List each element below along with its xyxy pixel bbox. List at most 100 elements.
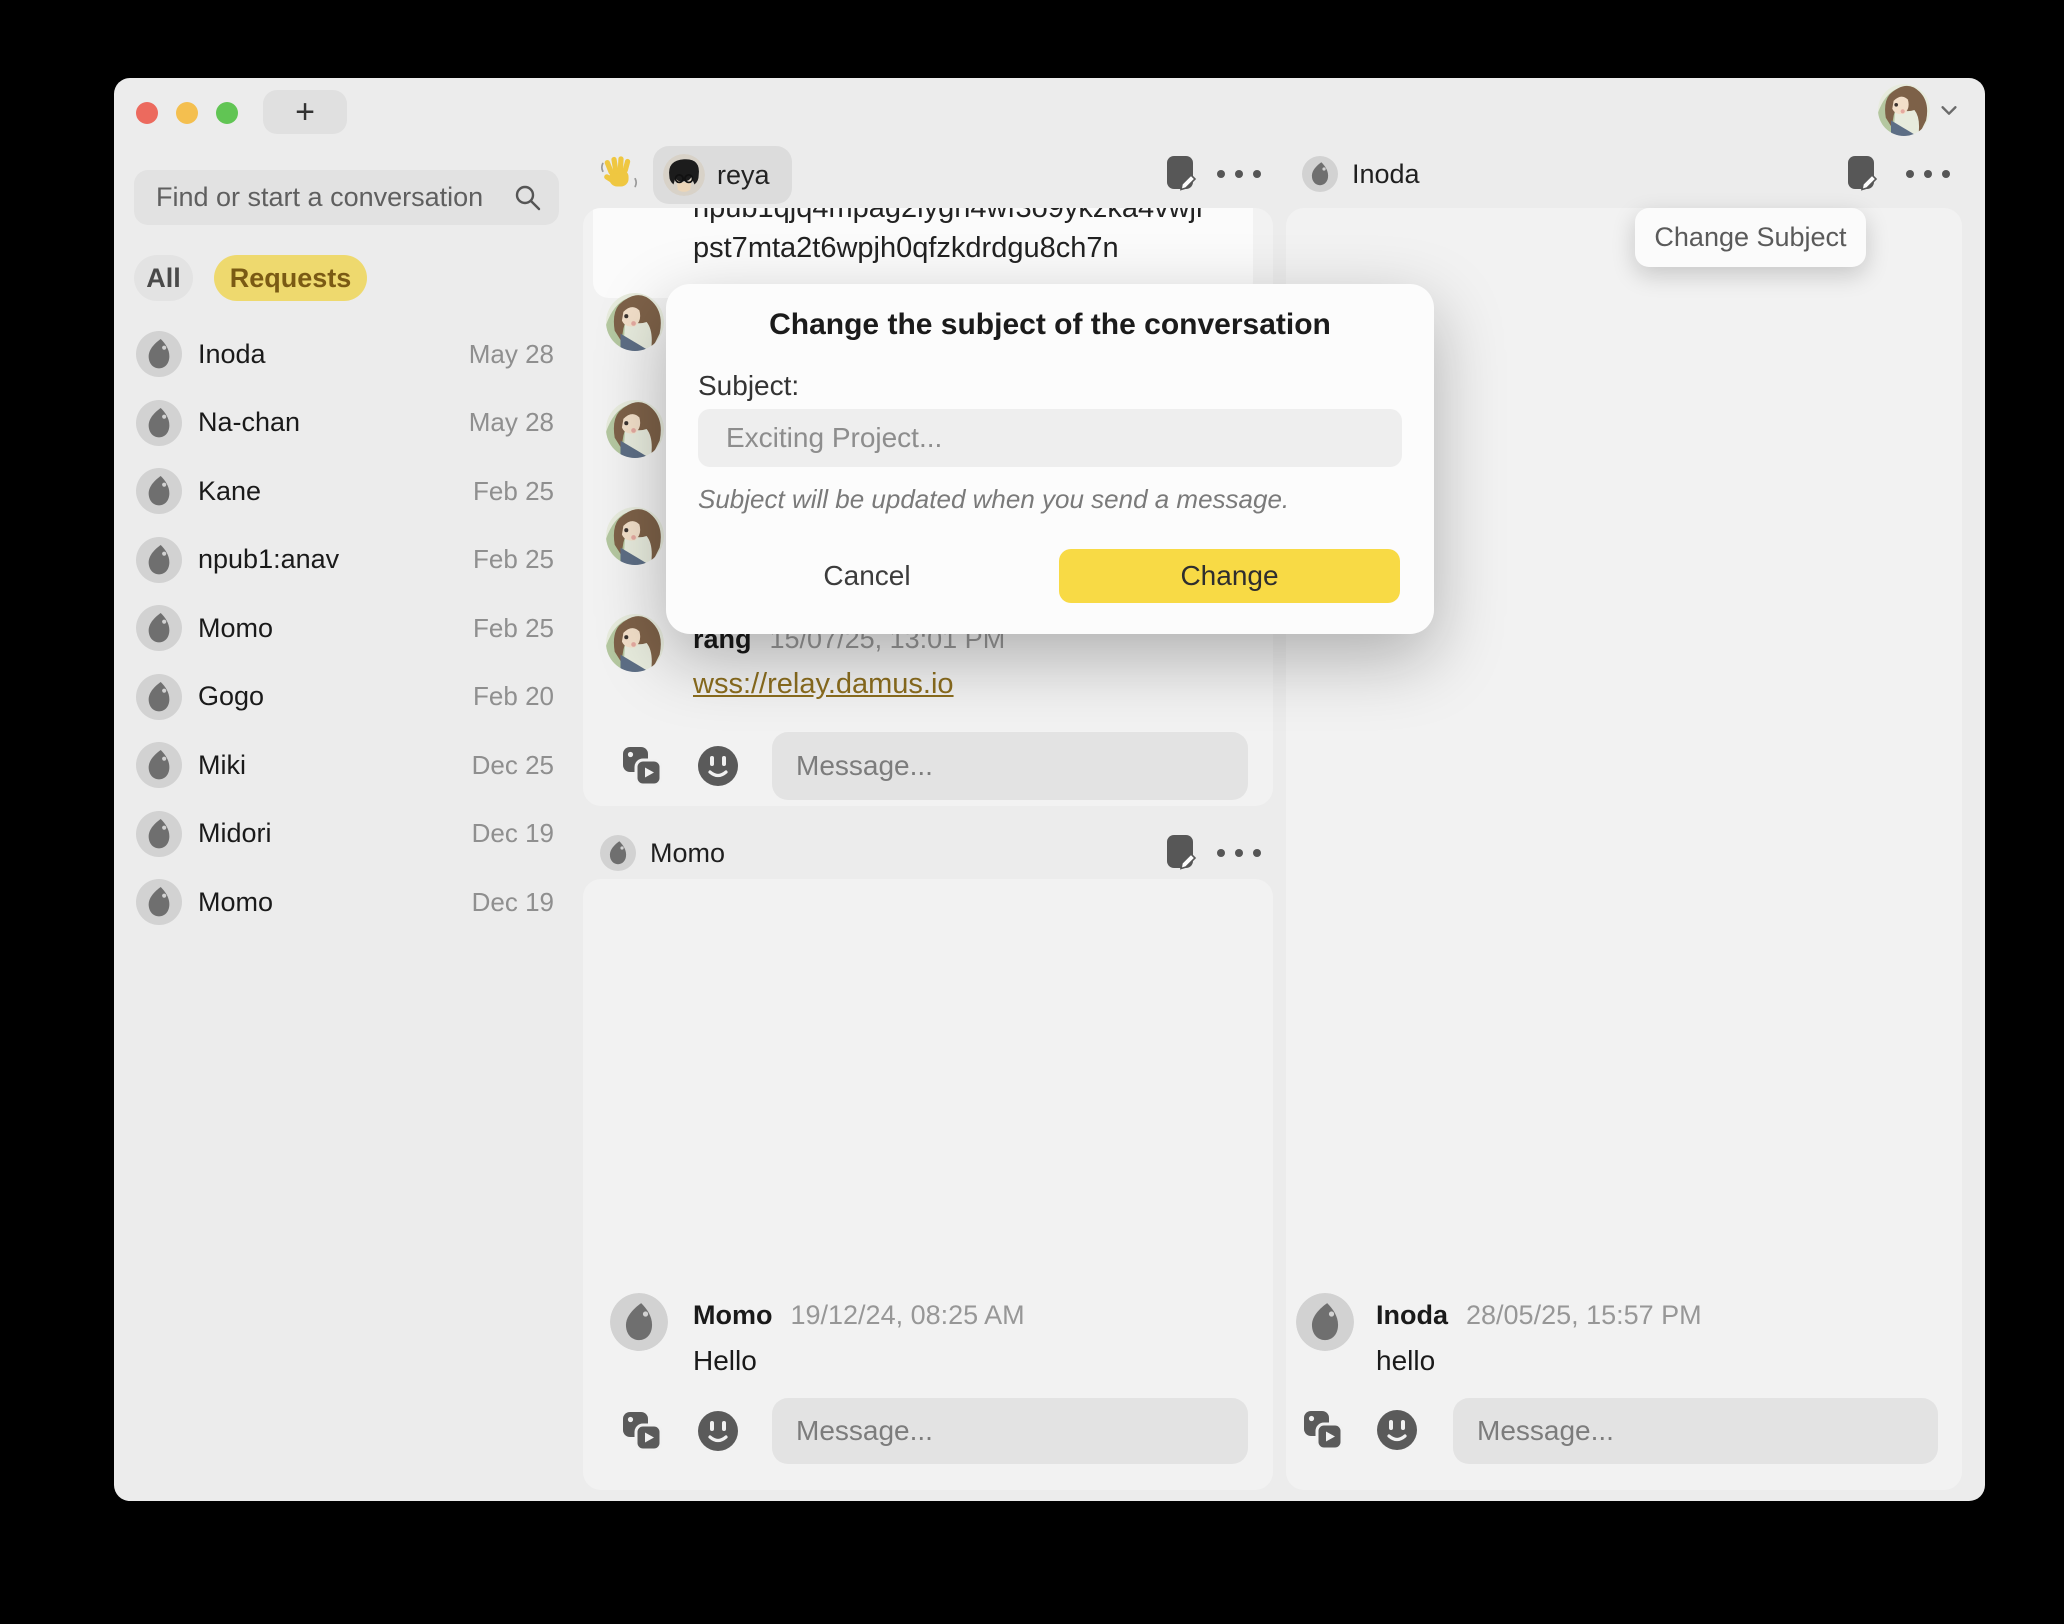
message-avatar [606, 614, 664, 672]
message-avatar [606, 293, 664, 351]
emoji-icon[interactable] [1375, 1408, 1419, 1452]
default-avatar-icon [136, 537, 182, 583]
conversation-date: May 28 [469, 339, 554, 370]
peer-name: Inoda [1352, 159, 1420, 190]
peer-chip-reya[interactable]: reya [653, 146, 792, 204]
emoji-icon[interactable] [696, 1409, 740, 1453]
default-avatar-icon [1302, 156, 1338, 192]
reya-avatar [663, 154, 705, 196]
conversation-date: Feb 25 [473, 476, 554, 507]
subject-hint: Subject will be updated when you send a … [698, 484, 1289, 515]
cancel-button[interactable]: Cancel [802, 549, 932, 603]
app-window: + All Requests Inoda May 28 Na-chan May … [114, 78, 1985, 1501]
message-meta: Inoda 28/05/25, 15:57 PM [1376, 1300, 1702, 1331]
traffic-light-zoom[interactable] [216, 102, 238, 124]
message-avatar [606, 507, 664, 565]
conversation-row[interactable]: Gogo Feb 20 [134, 663, 554, 732]
conversation-date: Feb 25 [473, 544, 554, 575]
message-timestamp: 28/05/25, 15:57 PM [1466, 1300, 1702, 1331]
change-subject-tooltip: Change Subject [1635, 208, 1866, 267]
conversation-name: Na-chan [198, 407, 300, 438]
message-meta: Momo 19/12/24, 08:25 AM [693, 1300, 1025, 1331]
conversation-search[interactable] [134, 170, 559, 225]
conversation-row[interactable]: Momo Feb 25 [134, 594, 554, 663]
chevron-down-icon [1938, 99, 1960, 121]
default-avatar-icon [600, 835, 636, 871]
media-attach-icon[interactable] [619, 743, 665, 789]
desktop: + All Requests Inoda May 28 Na-chan May … [0, 0, 2064, 1624]
peer-name: Momo [650, 838, 725, 869]
message-author: Momo [693, 1300, 772, 1331]
modal-title: Change the subject of the conversation [666, 308, 1434, 342]
subject-input[interactable] [698, 409, 1402, 467]
message-author: Inoda [1376, 1300, 1448, 1331]
change-subject-modal: Change the subject of the conversation S… [666, 284, 1434, 634]
message-avatar [606, 400, 664, 458]
chat-header-inoda: Inoda [1302, 156, 1420, 192]
media-attach-icon[interactable] [1300, 1407, 1346, 1453]
traffic-light-minimize[interactable] [176, 102, 198, 124]
new-conversation-button[interactable]: + [263, 90, 347, 134]
filter-all[interactable]: All [134, 255, 193, 301]
conversation-row[interactable]: Momo Dec 19 [134, 868, 554, 937]
conversation-name: Inoda [198, 339, 266, 370]
traffic-light-close[interactable] [136, 102, 158, 124]
search-icon [513, 183, 543, 213]
change-button[interactable]: Change [1059, 549, 1400, 603]
filter-requests[interactable]: Requests [214, 255, 367, 301]
relay-link[interactable]: wss://relay.damus.io [693, 668, 954, 700]
message-avatar [610, 1293, 668, 1351]
conversation-name: Kane [198, 476, 261, 507]
chat-header-momo: Momo [600, 835, 725, 871]
emoji-icon[interactable] [696, 744, 740, 788]
conversation-row[interactable]: Midori Dec 19 [134, 800, 554, 869]
npub-line-1: npub1qjq4mpag2lygh4wf3o9ykzka4vwjr [693, 208, 1233, 228]
more-options-icon[interactable] [1217, 834, 1261, 872]
conversation-name: Momo [198, 613, 273, 644]
chat-panel-momo: Momo 19/12/24, 08:25 AM Hello [583, 879, 1273, 1490]
message-input[interactable] [772, 732, 1248, 800]
default-avatar-icon [136, 674, 182, 720]
more-options-icon[interactable] [1906, 155, 1950, 193]
message-avatar [1296, 1293, 1354, 1351]
message-timestamp: 19/12/24, 08:25 AM [790, 1300, 1024, 1331]
conversation-date: Dec 19 [472, 818, 554, 849]
conversation-date: May 28 [469, 407, 554, 438]
default-avatar-icon [136, 742, 182, 788]
conversation-name: Miki [198, 750, 246, 781]
default-avatar-icon [136, 811, 182, 857]
conversation-date: Dec 19 [472, 887, 554, 918]
default-avatar-icon [136, 331, 182, 377]
npub-line-2: pst7mta2t6wpjh0qfzkdrdgu8ch7n [693, 228, 1233, 268]
change-subject-icon[interactable] [1846, 155, 1878, 193]
more-options-icon[interactable] [1217, 155, 1261, 193]
subject-label: Subject: [698, 370, 799, 402]
conversation-row[interactable]: Na-chan May 28 [134, 389, 554, 458]
conversation-name: Gogo [198, 681, 264, 712]
conversation-name: Midori [198, 818, 272, 849]
conversation-list: Inoda May 28 Na-chan May 28 Kane Feb 25 … [134, 320, 554, 937]
search-input[interactable] [156, 182, 513, 213]
conversation-date: Feb 20 [473, 681, 554, 712]
message-body: wss://relay.damus.io [693, 668, 954, 701]
conversation-row[interactable]: npub1:anav Feb 25 [134, 526, 554, 595]
default-avatar-icon [136, 468, 182, 514]
media-attach-icon[interactable] [619, 1408, 665, 1454]
conversation-row[interactable]: Kane Feb 25 [134, 457, 554, 526]
wave-icon [598, 154, 640, 196]
conversation-row[interactable]: Miki Dec 25 [134, 731, 554, 800]
conversation-row[interactable]: Inoda May 28 [134, 320, 554, 389]
conversation-date: Dec 25 [472, 750, 554, 781]
user-avatar [1878, 84, 1930, 136]
change-subject-icon[interactable] [1165, 834, 1197, 872]
peer-name: reya [717, 160, 770, 191]
default-avatar-icon [136, 605, 182, 651]
conversation-name: Momo [198, 887, 273, 918]
message-body: hello [1376, 1345, 1435, 1377]
conversation-date: Feb 25 [473, 613, 554, 644]
default-avatar-icon [136, 879, 182, 925]
message-input[interactable] [772, 1398, 1248, 1464]
account-menu[interactable] [1878, 84, 1960, 136]
change-subject-icon[interactable] [1165, 155, 1197, 193]
message-input[interactable] [1453, 1398, 1938, 1464]
